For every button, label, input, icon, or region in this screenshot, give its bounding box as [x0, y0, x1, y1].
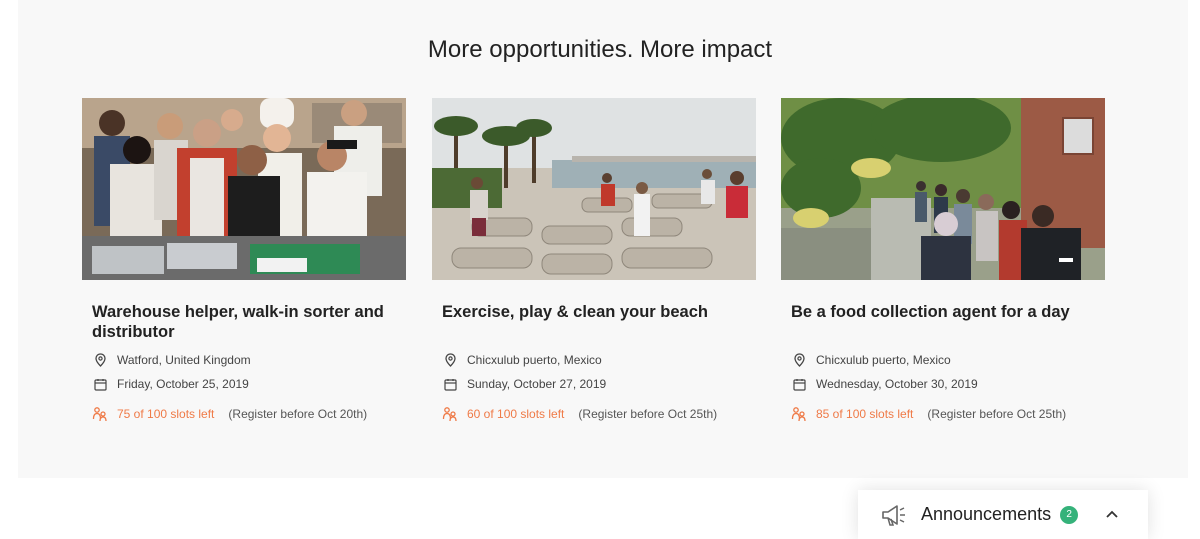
card-slots: 60 of 100 slots left (Register before Oc…: [442, 406, 746, 422]
map-pin-icon: [791, 352, 807, 368]
card-photo-food-line[interactable]: [781, 98, 1105, 280]
map-pin-icon: [442, 352, 458, 368]
card-date: Sunday, October 27, 2019: [442, 376, 746, 392]
register-deadline: (Register before Oct 20th): [228, 407, 368, 421]
calendar-icon: [442, 376, 458, 392]
opportunity-card[interactable]: Warehouse helper, walk-in sorter and dis…: [82, 98, 406, 422]
slots-left: 60 of 100 slots left: [467, 407, 565, 421]
opportunity-card[interactable]: Be a food collection agent for a day Chi…: [781, 98, 1105, 422]
card-title[interactable]: Exercise, play & clean your beach: [442, 302, 746, 344]
card-date: Friday, October 25, 2019: [92, 376, 396, 392]
card-title[interactable]: Warehouse helper, walk-in sorter and dis…: [92, 302, 396, 344]
card-slots: 85 of 100 slots left (Register before Oc…: [791, 406, 1095, 422]
map-pin-icon: [92, 352, 108, 368]
calendar-icon: [92, 376, 108, 392]
card-date: Wednesday, October 30, 2019: [791, 376, 1095, 392]
announcements-widget[interactable]: Announcements 2: [858, 490, 1148, 539]
people-icon: [791, 406, 807, 422]
section-heading: More opportunities. More impact: [427, 36, 773, 63]
announcements-count-badge: 2: [1060, 505, 1079, 524]
card-slots: 75 of 100 slots left (Register before Oc…: [92, 406, 396, 422]
calendar-icon: [791, 376, 807, 392]
chevron-up-icon[interactable]: [1104, 507, 1120, 523]
card-title[interactable]: Be a food collection agent for a day: [791, 302, 1095, 344]
slots-left: 85 of 100 slots left: [816, 407, 914, 421]
slots-left: 75 of 100 slots left: [117, 407, 215, 421]
megaphone-icon: [880, 503, 908, 527]
people-icon: [442, 406, 458, 422]
card-photo-kitchen-volunteers[interactable]: [82, 98, 406, 280]
register-deadline: (Register before Oct 25th): [578, 407, 718, 421]
announcements-label[interactable]: Announcements: [921, 504, 1051, 525]
card-photo-beach-cleanup[interactable]: [432, 98, 756, 280]
register-deadline: (Register before Oct 25th): [927, 407, 1067, 421]
card-location: Watford, United Kingdom: [92, 352, 396, 368]
card-location: Chicxulub puerto, Mexico: [442, 352, 746, 368]
people-icon: [92, 406, 108, 422]
card-location: Chicxulub puerto, Mexico: [791, 352, 1095, 368]
opportunity-card[interactable]: Exercise, play & clean your beach Chicxu…: [432, 98, 756, 422]
